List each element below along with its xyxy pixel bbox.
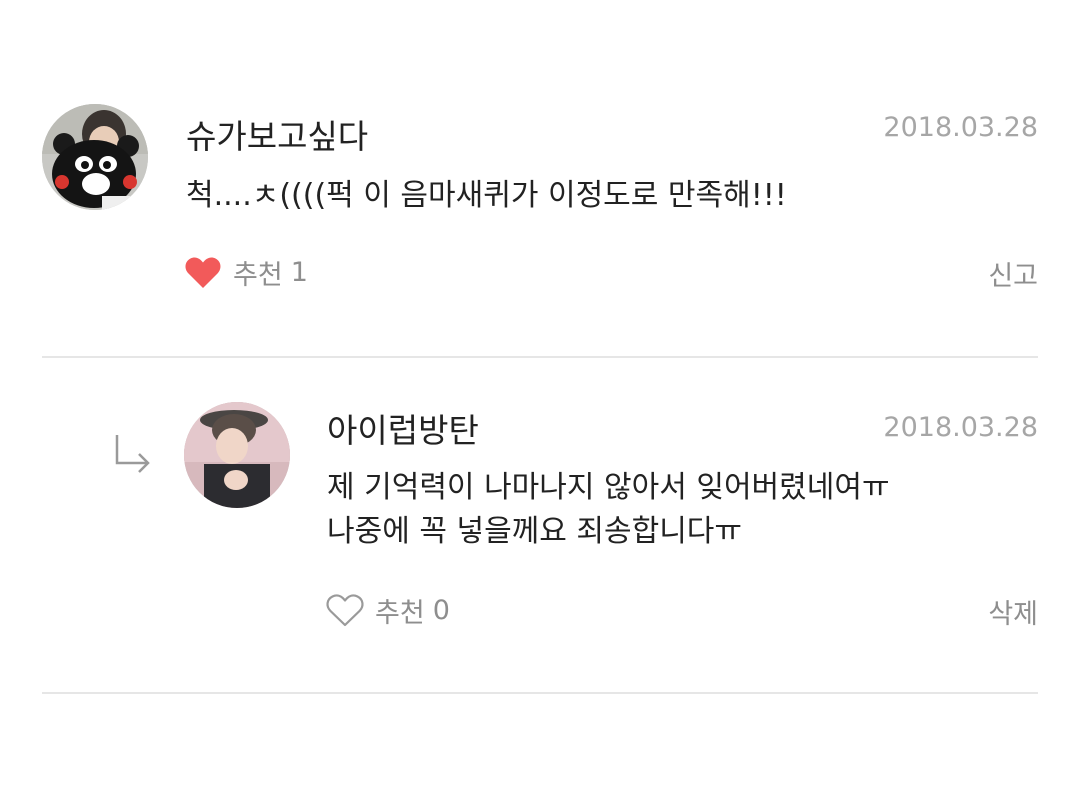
reply-arrow-icon — [115, 435, 150, 473]
heart-filled-icon — [185, 257, 221, 288]
comment-text: 척....ㅊ((((퍽 이 음마새퀴가 이정도로 만족해!!! — [186, 178, 787, 213]
user-avatar[interactable] — [184, 402, 290, 508]
comment-divider — [42, 692, 1038, 694]
delete-button[interactable]: 삭제 — [988, 592, 1038, 631]
comment-date: 2018.03.28 — [883, 112, 1038, 143]
like-button[interactable]: 추천 0 — [325, 590, 450, 630]
like-label: 추천 — [375, 597, 425, 629]
heart-outline-icon — [326, 594, 364, 627]
report-button[interactable]: 신고 — [988, 254, 1038, 293]
reply-username[interactable]: 아이럽방탄 — [327, 404, 479, 452]
like-count: 0 — [432, 594, 450, 626]
like-button[interactable]: 추천 1 — [183, 252, 308, 292]
like-label: 추천 — [233, 259, 283, 291]
like-count: 1 — [290, 256, 308, 288]
comment-item: 슈가보고싶다 2018.03.28 척....ㅊ((((퍽 이 음마새퀴가 이정… — [0, 0, 1080, 360]
comment-divider — [42, 356, 1038, 358]
user-avatar[interactable] — [42, 104, 148, 210]
comment-username[interactable]: 슈가보고싶다 — [186, 110, 368, 158]
reply-text-line-2: 나중에 꼭 넣을께요 죄송합니다ㅠ — [327, 514, 743, 549]
reply-text-line-1: 제 기억력이 나마나지 않아서 잊어버렸네여ㅠ — [327, 470, 890, 505]
reply-date: 2018.03.28 — [883, 412, 1038, 443]
